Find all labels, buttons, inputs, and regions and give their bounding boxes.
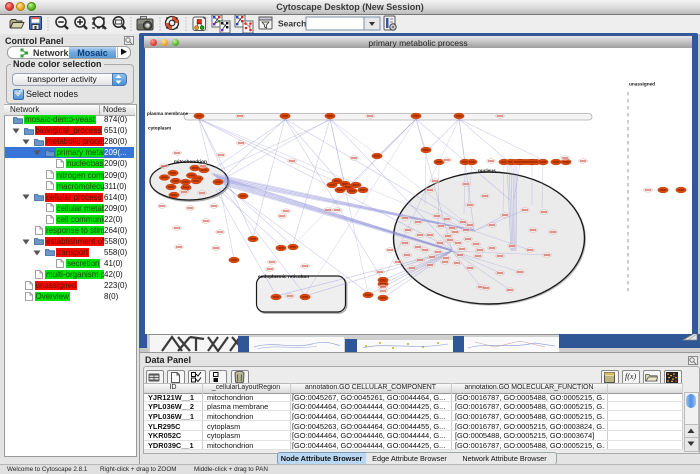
svg-text:endoplasmic reticulum: endoplasmic reticulum [258, 274, 309, 279]
svg-text:mitochondrion: mitochondrion [174, 159, 207, 164]
svg-text:Search:: Search: [278, 19, 309, 29]
svg-text:cytoplasm: cytoplasm [148, 126, 171, 131]
svg-text:plasma membrane: plasma membrane [147, 111, 189, 116]
svg-text:nucleus: nucleus [478, 168, 496, 173]
svg-text:unassigned: unassigned [629, 82, 655, 87]
